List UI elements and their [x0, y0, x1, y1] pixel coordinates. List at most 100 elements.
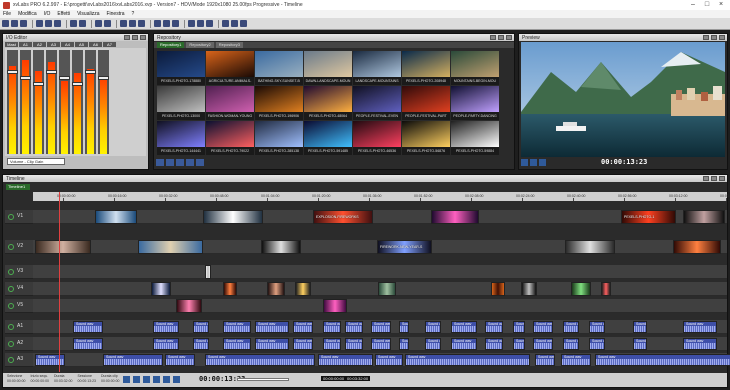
panel-float-button[interactable] [711, 176, 717, 181]
audio-clip[interactable]: Sound wav [103, 354, 163, 366]
level-meter[interactable] [20, 50, 31, 154]
redo-icon[interactable] [79, 20, 86, 27]
mark-out-timecode[interactable]: 00:03:32:00 [345, 376, 371, 381]
menu-edit[interactable]: Modifica [18, 11, 37, 17]
audio-clip[interactable]: Sound wav [323, 338, 341, 350]
fader-knob[interactable] [20, 76, 31, 80]
audio-clip[interactable]: Sound wav [533, 321, 553, 333]
audio-clip[interactable]: Sound wav [223, 321, 251, 333]
audio-clip[interactable]: Sound wav [255, 321, 289, 333]
menu-view[interactable]: Visualizza [77, 11, 99, 17]
export-icon[interactable] [231, 20, 238, 27]
tab-repository2[interactable]: Repository2 [186, 42, 214, 48]
video-clip[interactable] [431, 210, 479, 224]
audio-clip[interactable]: Sound wav [451, 338, 477, 350]
audio-clip[interactable]: Sound wav [633, 321, 647, 333]
audio-clip[interactable]: Sound wav [371, 338, 391, 350]
audio-clip[interactable]: Sound wav [563, 321, 579, 333]
audio-clip[interactable]: Sound wav [345, 321, 363, 333]
track-lane[interactable]: EXPLOSION-FIREWORKS PEXELS-PHOTO-1 [33, 210, 727, 224]
video-clip[interactable] [571, 282, 591, 296]
panel-menu-button[interactable] [490, 35, 496, 40]
playhead[interactable] [59, 192, 60, 372]
menu-help[interactable]: ? [132, 11, 135, 17]
go-end-icon[interactable] [163, 376, 170, 383]
audio-clip[interactable]: Sound wav [683, 338, 717, 350]
track-header[interactable]: V3 [5, 265, 33, 279]
video-clip[interactable] [205, 265, 211, 279]
panel-close-button[interactable] [719, 176, 725, 181]
split-icon[interactable] [154, 20, 161, 27]
video-clip[interactable] [565, 240, 615, 254]
audio-clip[interactable]: Sound wav [153, 338, 179, 350]
level-meter[interactable] [72, 50, 83, 154]
ripple-icon[interactable] [172, 20, 179, 27]
audio-clip[interactable]: Sound wav [73, 321, 103, 333]
media-thumbnail[interactable]: PEXELS-PHOTO-196906 [255, 86, 303, 120]
media-thumbnail[interactable]: PEOPLE-FESTIVAL-EVEN [353, 86, 401, 120]
track-header[interactable]: V2 [5, 240, 33, 254]
track-lane[interactable]: Sound wav Sound wav Sound wav Sound wav Soun… [33, 337, 727, 351]
title-icon[interactable] [206, 20, 213, 27]
video-clip[interactable] [203, 210, 263, 224]
audio-clip[interactable]: Sound wav [293, 338, 313, 350]
video-clip[interactable]: PEXELS-PHOTO-1 [621, 210, 676, 224]
audio-icon[interactable] [188, 20, 195, 27]
copy-icon[interactable] [45, 20, 52, 27]
record-icon[interactable] [95, 20, 102, 27]
track-lane[interactable]: Sound wav Sound wav Sound wav Sound wav Soun… [33, 320, 727, 334]
audio-clip[interactable]: Sound wav [485, 338, 503, 350]
media-thumbnail[interactable]: PEXELS-PHOTO-208948 [402, 51, 450, 85]
minimize-button[interactable]: – [686, 0, 700, 10]
media-thumbnail[interactable]: PEXELS-PHOTO-46536 [353, 121, 401, 155]
audio-clip[interactable]: Sound wav [683, 321, 717, 333]
audio-clip[interactable]: Sound wav [399, 338, 409, 350]
play-icon[interactable] [521, 158, 528, 166]
video-clip[interactable] [601, 282, 611, 296]
timeline-tab[interactable]: Timeline1 [6, 184, 30, 190]
track-lane[interactable] [33, 282, 727, 296]
track-header[interactable]: A3 [5, 353, 33, 367]
level-meter[interactable] [59, 50, 70, 154]
track-enable-icon[interactable] [8, 214, 14, 220]
media-thumbnail[interactable]: PEOPLE-FESTIVAL-PART [402, 86, 450, 120]
panel-close-button[interactable] [140, 35, 146, 40]
media-thumbnail[interactable]: PEXELS-PHOTO-56876 [402, 121, 450, 155]
video-clip[interactable] [323, 299, 347, 313]
cut-icon[interactable] [36, 20, 43, 27]
zoom-out-icon[interactable] [138, 20, 145, 27]
go-start-icon[interactable] [123, 376, 130, 383]
panel-menu-button[interactable] [703, 35, 709, 40]
panel-float-button[interactable] [711, 35, 717, 40]
delete-icon[interactable] [196, 159, 204, 166]
menu-effects[interactable]: Effetti [57, 11, 70, 17]
media-thumbnail[interactable]: PEXELS-PHOTO-79022 [206, 121, 254, 155]
video-clip[interactable] [95, 210, 137, 224]
audio-clip[interactable]: Sound wav [399, 321, 409, 333]
menu-file[interactable]: File [3, 11, 11, 17]
loop-icon[interactable] [173, 376, 180, 383]
level-meter[interactable] [7, 50, 18, 154]
audio-clip[interactable]: Sound wav [451, 321, 477, 333]
audio-clip[interactable]: Sound wav [513, 338, 525, 350]
audio-clip[interactable]: Sound wav [589, 338, 605, 350]
video-clip[interactable] [176, 299, 202, 313]
close-button[interactable]: × [714, 0, 728, 10]
timeline-ruler[interactable]: 00:00:00:00 00:00:16:00 00:00:32:00 00:00:4… [33, 192, 730, 201]
track-lane[interactable]: FIREWORK-NEW-YEAR-S [33, 240, 727, 254]
video-clip[interactable] [261, 240, 301, 254]
next-frame-icon[interactable] [153, 376, 160, 383]
grid-view-icon[interactable] [176, 159, 184, 166]
panel-float-button[interactable] [132, 35, 138, 40]
media-thumbnail[interactable]: DAWN-LANDSCAPE-MOUN [304, 51, 352, 85]
maximize-button[interactable]: □ [700, 0, 714, 10]
video-clip[interactable] [673, 240, 721, 254]
track-enable-icon[interactable] [8, 269, 14, 275]
panel-close-button[interactable] [506, 35, 512, 40]
stop-icon[interactable] [530, 158, 537, 166]
video-clip[interactable] [378, 282, 396, 296]
video-clip[interactable] [138, 240, 203, 254]
panel-close-button[interactable] [719, 35, 725, 40]
video-clip[interactable] [521, 282, 537, 296]
new-project-icon[interactable] [2, 20, 9, 27]
